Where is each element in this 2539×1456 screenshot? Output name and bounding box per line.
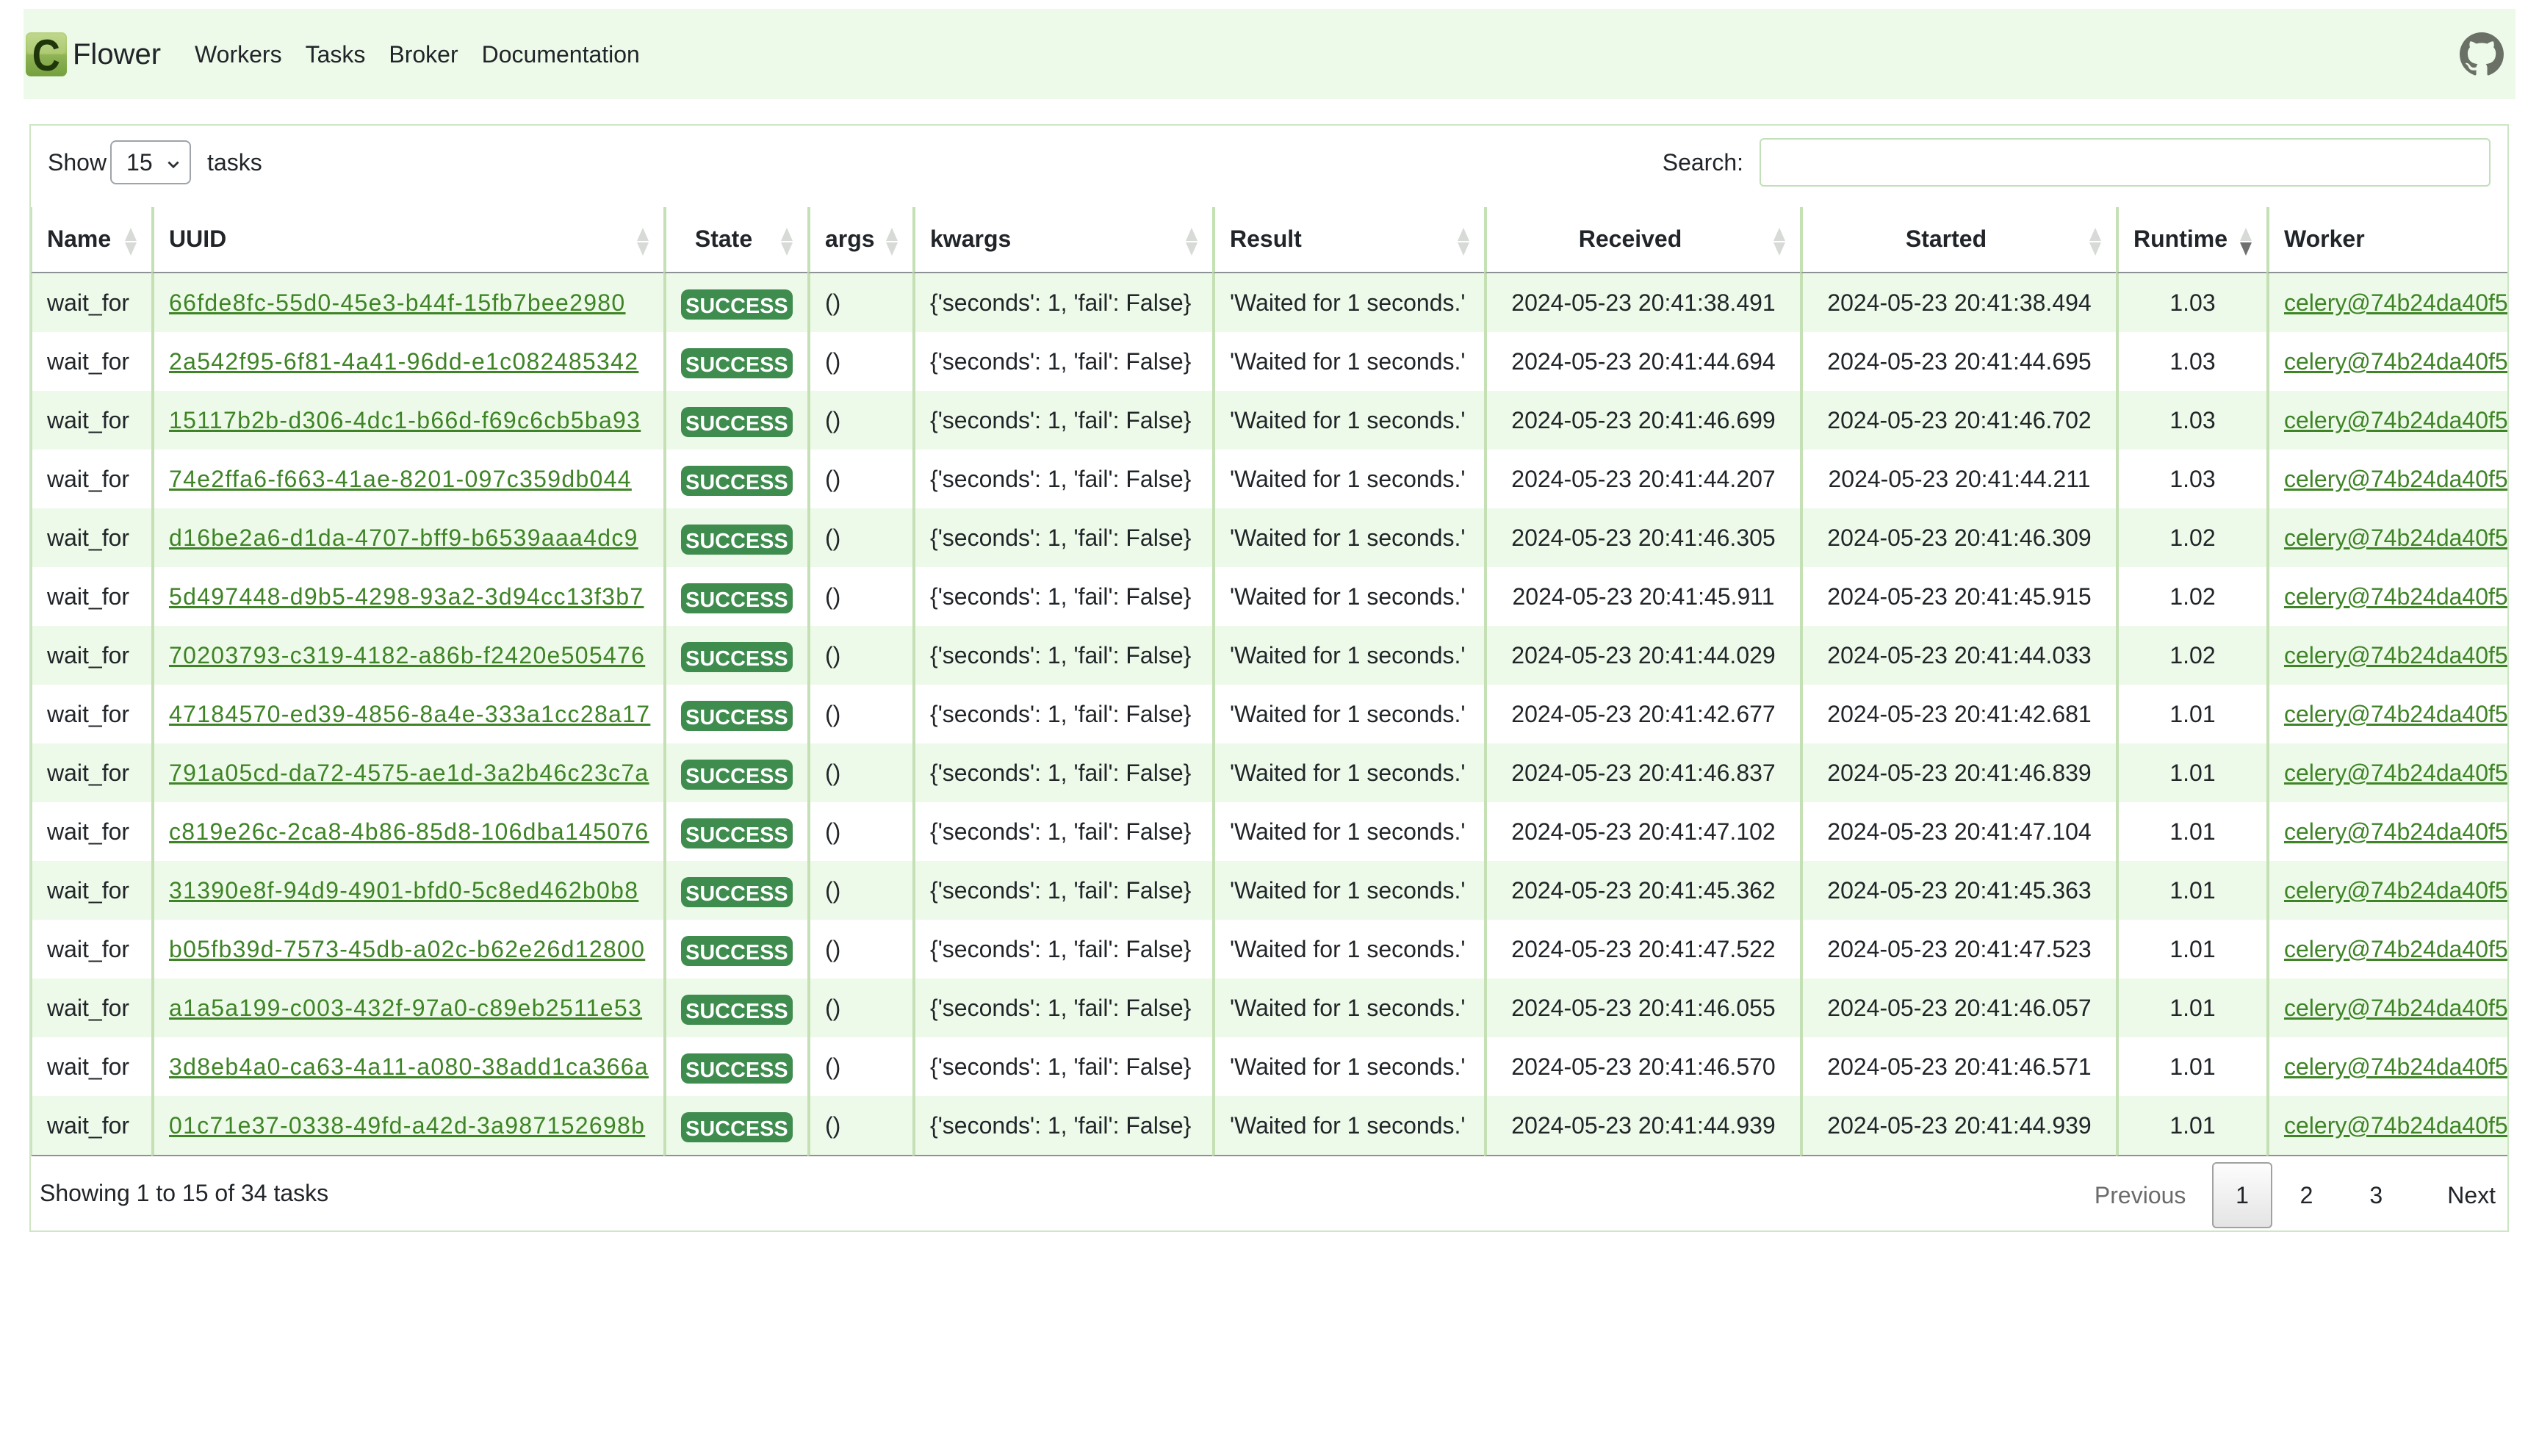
svg-text:C: C [32,32,60,76]
